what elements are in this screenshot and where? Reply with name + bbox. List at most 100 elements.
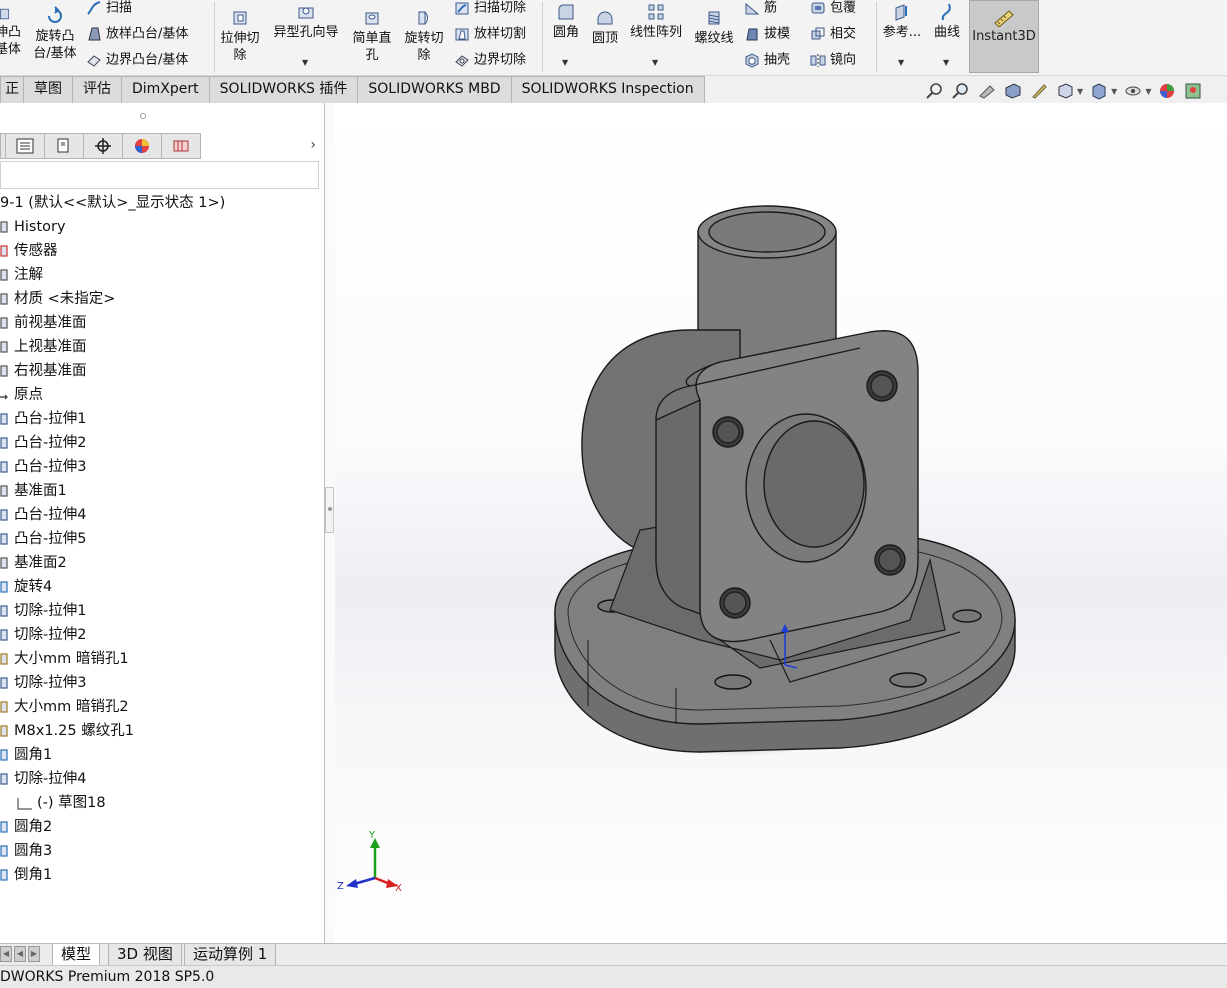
tree-item[interactable]: 凸台-拉伸1 [0, 407, 324, 431]
tree-item[interactable]: 大小mm 暗销孔1 [0, 647, 324, 671]
view-orientation-icon[interactable] [1055, 81, 1075, 101]
tree-item[interactable]: 切除-拉伸2 [0, 623, 324, 647]
display-style-icon[interactable] [1089, 81, 1109, 101]
tree-item[interactable]: (-) 草图18 [0, 791, 324, 815]
lofted-cut-button[interactable]: 放样切割 [454, 26, 526, 43]
tree-item[interactable]: 切除-拉伸1 [0, 599, 324, 623]
tree-item[interactable]: 凸台-拉伸2 [0, 431, 324, 455]
curves-button[interactable]: 曲线 [928, 2, 966, 41]
tree-item[interactable]: 右视基准面 [0, 359, 324, 383]
swept-cut-button[interactable]: 扫描切除 [454, 0, 526, 17]
boundary-cut-button[interactable]: 边界切除 [454, 52, 526, 69]
tree-item[interactable]: 凸台-拉伸5 [0, 527, 324, 551]
tab-solidworks-addins[interactable]: SOLIDWORKS 插件 [208, 76, 359, 103]
instant3d-button[interactable]: Instant3D [969, 0, 1039, 73]
curves-dropdown-icon[interactable]: ▼ [943, 58, 949, 67]
zoom-to-area-icon[interactable] [951, 81, 971, 101]
tree-item[interactable]: 传感器 [0, 239, 324, 263]
tree-item-label: M8x1.25 螺纹孔1 [14, 723, 134, 739]
tree-item[interactable]: 凸台-拉伸4 [0, 503, 324, 527]
revolved-cut-label-2: 除 [417, 48, 431, 63]
extruded-boss-button[interactable]: 伸凸 基体 [0, 6, 22, 58]
revolved-cut-button[interactable]: 旋转切 除 [400, 8, 448, 64]
boundary-boss-button[interactable]: 边界凸台/基体 [86, 52, 188, 69]
tree-item[interactable]: 基准面1 [0, 479, 324, 503]
linear-pattern-dropdown-icon[interactable]: ▼ [652, 58, 658, 67]
reference-geometry-button[interactable]: 参考... [880, 2, 924, 41]
tab-model[interactable]: 模型 [52, 944, 101, 966]
panel-grip-icon[interactable] [140, 113, 146, 119]
mirror-button[interactable]: 镜向 [810, 52, 856, 69]
apply-scene-icon[interactable] [1183, 81, 1203, 101]
tree-item[interactable]: 注解 [0, 263, 324, 287]
zoom-to-fit-icon[interactable] [925, 81, 945, 101]
tree-item[interactable]: 倒角1 [0, 863, 324, 887]
thread-button[interactable]: 螺纹线 [692, 8, 736, 47]
fillet-dropdown-icon[interactable]: ▼ [562, 58, 568, 67]
tree-root-part[interactable]: 9-1 (默认<<默认>_显示状态 1>) [0, 191, 324, 215]
tab-sketch[interactable]: 草图 [23, 76, 73, 103]
tab-solidworks-mbd[interactable]: SOLIDWORKS MBD [357, 76, 512, 103]
cam-manager-tab[interactable] [161, 133, 201, 159]
tab-3d-view[interactable]: 3D 视图 [108, 944, 182, 966]
prev-tab-icon[interactable]: ◀ [14, 946, 26, 962]
fillet-button[interactable]: 圆角 [548, 2, 584, 41]
first-tab-icon[interactable]: ◀ [0, 946, 12, 962]
tree-item[interactable]: 前视基准面 [0, 311, 324, 335]
draft-button[interactable]: 拔模 [744, 26, 790, 43]
configuration-manager-tab[interactable] [44, 133, 84, 159]
shell-label: 抽壳 [764, 52, 791, 68]
dimxpert-manager-tab[interactable] [83, 133, 123, 159]
tab-solidworks-inspection[interactable]: SOLIDWORKS Inspection [510, 76, 705, 103]
reference-dropdown-icon[interactable]: ▼ [898, 58, 904, 67]
linear-pattern-button[interactable]: 线性阵列 [626, 2, 686, 41]
view-orientation-dropdown-icon[interactable]: ▼ [1077, 87, 1083, 96]
tree-item[interactable]: 基准面2 [0, 551, 324, 575]
hole-wizard-dropdown-icon[interactable]: ▼ [302, 58, 308, 67]
panel-splitter[interactable] [325, 103, 335, 943]
tree-item[interactable]: 圆角2 [0, 815, 324, 839]
intersect-button[interactable]: 相交 [810, 26, 856, 43]
display-manager-tab[interactable] [122, 133, 162, 159]
edit-appearance-icon[interactable] [1157, 81, 1177, 101]
splitter-handle[interactable] [325, 487, 334, 533]
loft-boss-button[interactable]: 放样凸台/基体 [86, 26, 188, 43]
tree-item[interactable]: 大小mm 暗销孔2 [0, 695, 324, 719]
sweep-button[interactable]: 扫描 [86, 0, 132, 17]
tree-filter-input[interactable] [0, 161, 319, 189]
previous-view-icon[interactable] [977, 81, 997, 101]
tab-dimxpert[interactable]: DimXpert [121, 76, 210, 103]
tree-item[interactable]: 圆角1 [0, 743, 324, 767]
next-tab-icon[interactable]: ▶ [28, 946, 40, 962]
simple-hole-button[interactable]: 简单直 孔 [348, 8, 396, 64]
graphics-area[interactable]: Y X Z [335, 103, 1227, 943]
rib-button[interactable]: 筋 [744, 0, 777, 17]
display-style-dropdown-icon[interactable]: ▼ [1111, 87, 1117, 96]
hole-wizard-button[interactable]: 异型孔向导 [270, 2, 342, 41]
tree-item[interactable]: 圆角3 [0, 839, 324, 863]
tab-motion-study[interactable]: 运动算例 1 [184, 944, 277, 966]
extruded-cut-button[interactable]: 拉伸切 除 [216, 8, 264, 64]
dome-button[interactable]: 圆顶 [588, 8, 622, 47]
tree-item[interactable]: 上视基准面 [0, 335, 324, 359]
part-model[interactable]: Y X Z [335, 103, 1227, 943]
tree-item[interactable]: 原点 [0, 383, 324, 407]
tree-item[interactable]: 切除-拉伸4 [0, 767, 324, 791]
tree-item[interactable]: 切除-拉伸3 [0, 671, 324, 695]
tree-item[interactable]: M8x1.25 螺纹孔1 [0, 719, 324, 743]
tree-item[interactable]: 材质 <未指定> [0, 287, 324, 311]
hide-show-dropdown-icon[interactable]: ▼ [1145, 87, 1151, 96]
hide-show-items-icon[interactable] [1123, 81, 1143, 101]
wrap-button[interactable]: 包覆 [810, 0, 856, 17]
section-view-icon[interactable] [1003, 81, 1023, 101]
shell-button[interactable]: 抽壳 [744, 52, 790, 69]
dynamic-annotation-icon[interactable] [1029, 81, 1049, 101]
tab-features[interactable]: 正 [0, 76, 24, 103]
tree-item[interactable]: 凸台-拉伸3 [0, 455, 324, 479]
property-manager-tab[interactable] [5, 133, 45, 159]
tab-evaluate[interactable]: 评估 [72, 76, 122, 103]
tree-item[interactable]: 旋转4 [0, 575, 324, 599]
revolved-boss-button[interactable]: 旋转凸 台/基体 [30, 6, 80, 62]
tree-item[interactable]: History [0, 215, 324, 239]
manager-tabs-next-icon[interactable]: › [310, 137, 316, 153]
